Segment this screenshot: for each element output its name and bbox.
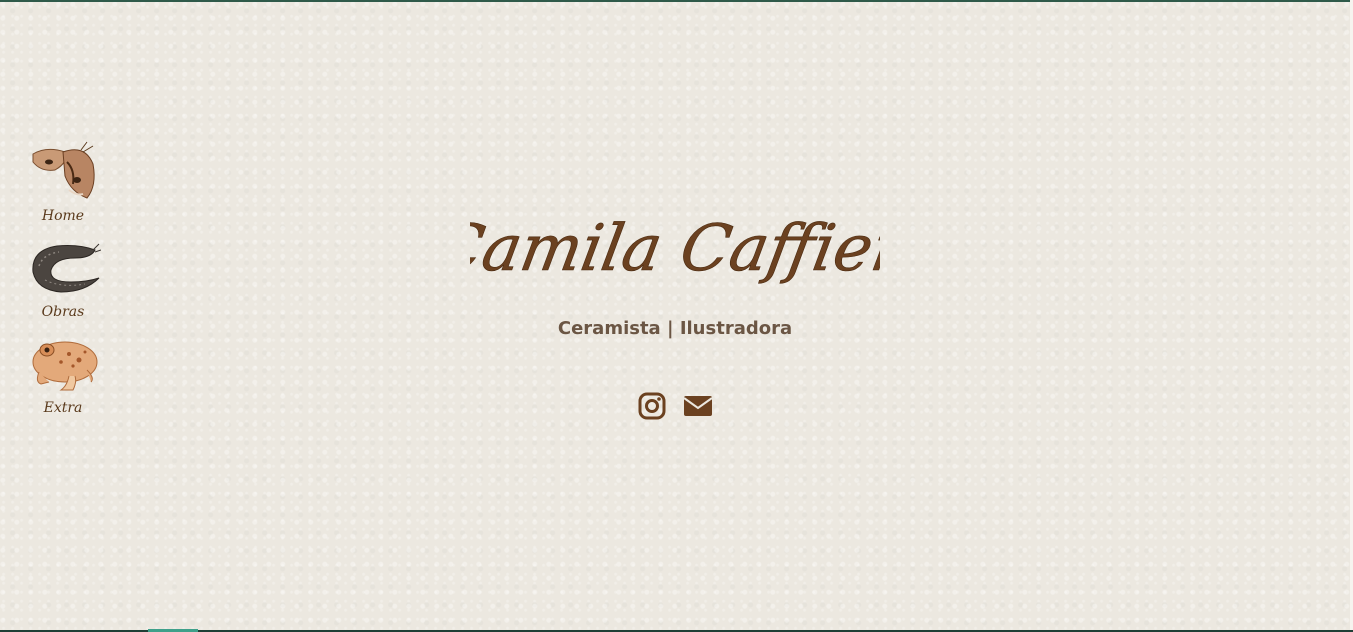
nav-label-extra: Extra — [43, 400, 83, 416]
email-link[interactable] — [682, 390, 714, 427]
slug-illustration-icon — [32, 243, 101, 293]
nav-label-obras: Obras — [41, 304, 85, 320]
nav-item-extra[interactable]: Extra — [22, 332, 104, 416]
instagram-icon — [638, 392, 666, 420]
social-links — [636, 390, 714, 427]
envelope-icon — [683, 396, 713, 416]
hero-title: Camila Caffieri — [470, 211, 880, 286]
instagram-link[interactable] — [636, 390, 668, 427]
subtitle: Ceramista | Ilustradora — [557, 318, 793, 339]
nav-item-obras[interactable]: Obras — [22, 236, 104, 320]
nav-label-home: Home — [41, 208, 85, 224]
nav-item-home[interactable]: Home — [22, 140, 104, 224]
hero-name: Camila Caffieri — [470, 211, 880, 285]
moth-illustration-icon — [32, 141, 95, 199]
toad-illustration-icon — [32, 341, 98, 391]
side-nav: Home Obras Extra — [22, 140, 104, 428]
top-border — [0, 0, 1353, 2]
